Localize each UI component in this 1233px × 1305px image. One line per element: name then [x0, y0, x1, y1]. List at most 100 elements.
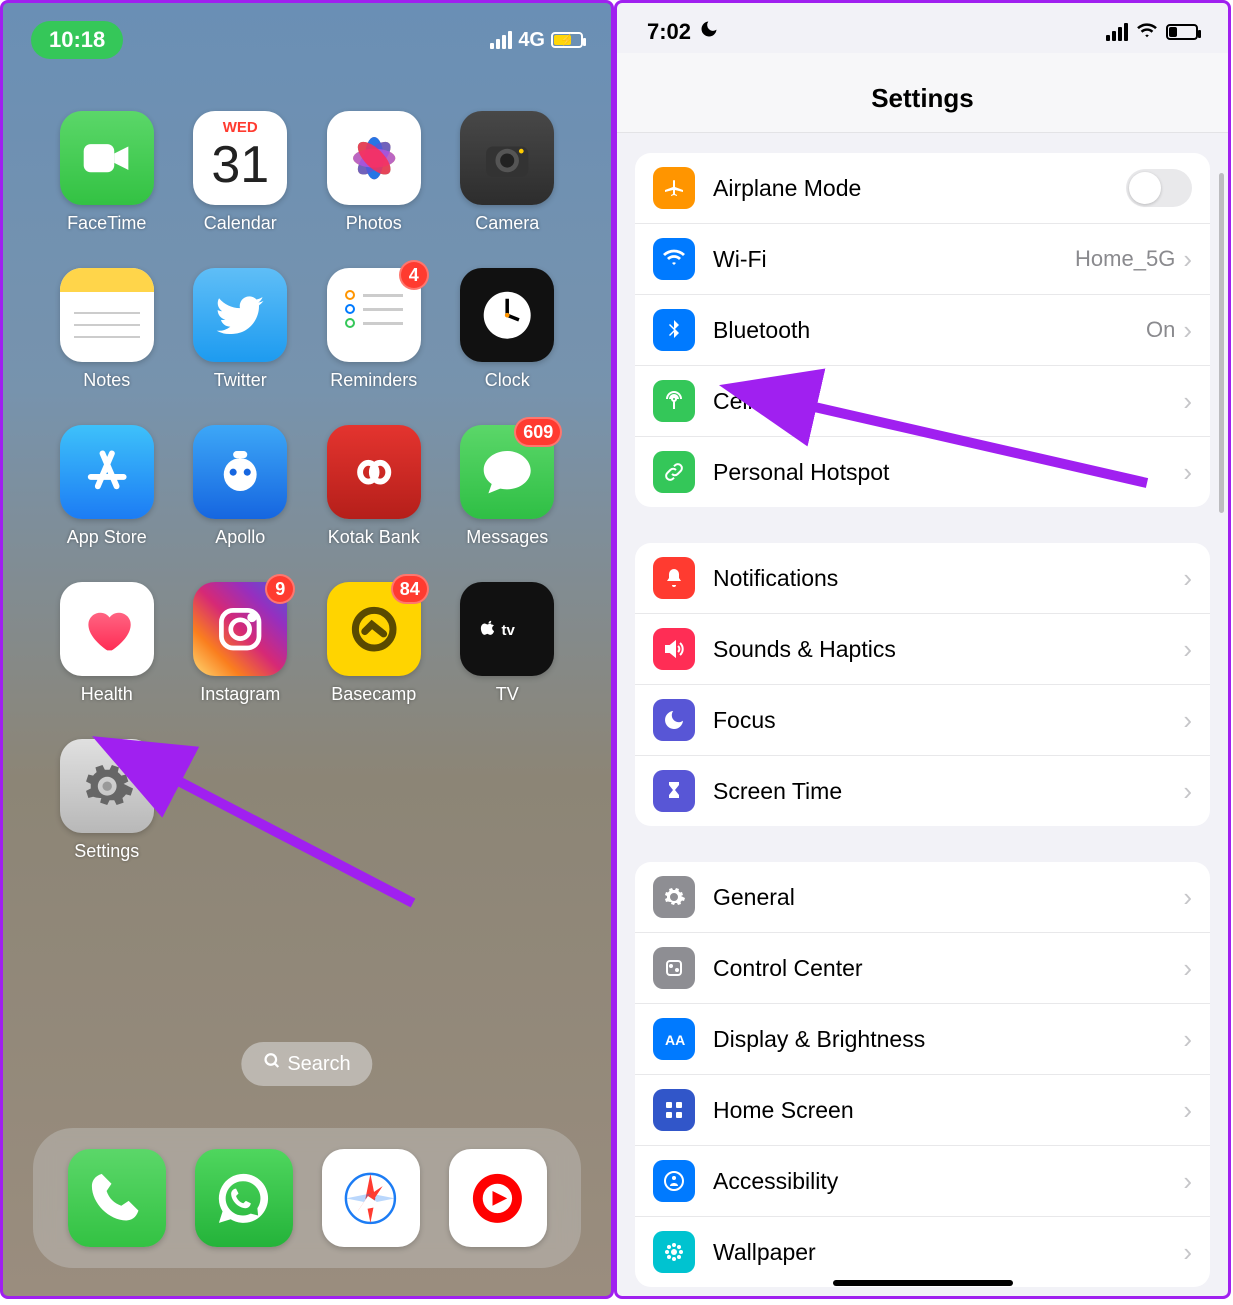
app-calendar[interactable]: WED31Calendar — [187, 111, 295, 234]
camera-icon — [460, 111, 554, 205]
flower2-icon — [653, 1231, 695, 1273]
app-label: Kotak Bank — [328, 527, 420, 548]
app-whatsapp[interactable] — [195, 1149, 293, 1247]
app-camera[interactable]: Camera — [454, 111, 562, 234]
row-cellular[interactable]: Cellular› — [635, 366, 1210, 437]
wifi-icon — [653, 238, 695, 280]
row-label: Control Center — [713, 955, 1183, 982]
robot-icon — [193, 425, 287, 519]
app-label: TV — [496, 684, 519, 705]
signal-icon — [490, 31, 512, 49]
app-kotak[interactable]: Kotak Bank — [320, 425, 428, 548]
whatsapp-icon — [195, 1149, 293, 1247]
chart-icon: 84 — [327, 582, 421, 676]
row-display[interactable]: AADisplay & Brightness› — [635, 1004, 1210, 1075]
clock-icon — [460, 268, 554, 362]
row-bluetooth[interactable]: BluetoothOn› — [635, 295, 1210, 366]
toggle[interactable] — [1126, 169, 1192, 207]
a-icon — [60, 425, 154, 519]
home-indicator[interactable] — [833, 1280, 1013, 1286]
row-sounds[interactable]: Sounds & Haptics› — [635, 614, 1210, 685]
settings-group: Airplane ModeWi-FiHome_5G›BluetoothOn›Ce… — [635, 153, 1210, 507]
row-label: Cellular — [713, 388, 1183, 415]
scroll-indicator[interactable] — [1219, 173, 1224, 513]
chevron-right-icon: › — [1183, 705, 1192, 736]
badge: 9 — [265, 574, 295, 604]
app-label: Clock — [485, 370, 530, 391]
chevron-right-icon: › — [1183, 634, 1192, 665]
row-notifications[interactable]: Notifications› — [635, 543, 1210, 614]
row-value: Home_5G — [1075, 246, 1175, 272]
chevron-right-icon: › — [1183, 882, 1192, 913]
settings-group: General›Control Center›AADisplay & Brigh… — [635, 862, 1210, 1287]
app-label: Health — [81, 684, 133, 705]
app-appstore[interactable]: App Store — [53, 425, 161, 548]
speaker-icon — [653, 628, 695, 670]
app-tv[interactable]: tvTV — [454, 582, 562, 705]
compass-icon — [322, 1149, 420, 1247]
chevron-right-icon: › — [1183, 244, 1192, 275]
chevron-right-icon: › — [1183, 457, 1192, 488]
chevron-right-icon: › — [1183, 953, 1192, 984]
page-title: Settings — [617, 53, 1228, 133]
search-button[interactable]: Search — [241, 1042, 372, 1086]
row-airplane[interactable]: Airplane Mode — [635, 153, 1210, 224]
row-accessibility[interactable]: Accessibility› — [635, 1146, 1210, 1217]
app-facetime[interactable]: FaceTime — [53, 111, 161, 234]
app-clock[interactable]: Clock — [454, 268, 562, 391]
svg-text:AA: AA — [665, 1032, 685, 1048]
app-label: Apollo — [215, 527, 265, 548]
app-twitter[interactable]: Twitter — [187, 268, 295, 391]
row-wallpaper[interactable]: Wallpaper› — [635, 1217, 1210, 1287]
app-basecamp[interactable]: 84 Basecamp — [320, 582, 428, 705]
row-controlcenter[interactable]: Control Center› — [635, 933, 1210, 1004]
chevron-right-icon: › — [1183, 776, 1192, 807]
status-bar: 7:02 — [617, 3, 1228, 53]
row-hotspot[interactable]: Personal Hotspot› — [635, 437, 1210, 507]
settings-group: Notifications›Sounds & Haptics›Focus›Scr… — [635, 543, 1210, 826]
gear-icon — [653, 876, 695, 918]
search-icon — [263, 1052, 281, 1076]
person-icon — [653, 1160, 695, 1202]
app-health[interactable]: Health — [53, 582, 161, 705]
plane-icon — [653, 167, 695, 209]
moon-icon — [653, 699, 695, 741]
app-apollo[interactable]: Apollo — [187, 425, 295, 548]
app-label: Camera — [475, 213, 539, 234]
row-homescreen[interactable]: Home Screen› — [635, 1075, 1210, 1146]
focus-moon-icon — [699, 19, 719, 45]
badge: 609 — [514, 417, 562, 447]
app-ytmusic[interactable] — [449, 1149, 547, 1247]
app-label: Messages — [466, 527, 548, 548]
link-icon — [653, 451, 695, 493]
row-wifi[interactable]: Wi-FiHome_5G › — [635, 224, 1210, 295]
instagram-icon: 9 — [193, 582, 287, 676]
row-label: Screen Time — [713, 778, 1183, 805]
app-settings[interactable]: Settings — [53, 739, 161, 862]
grid-icon — [653, 1089, 695, 1131]
notes-icon — [60, 268, 154, 362]
video-icon — [60, 111, 154, 205]
app-instagram[interactable]: 9Instagram — [187, 582, 295, 705]
home-screen: 10:18 4G ⚡ FaceTimeWED31CalendarPhotosCa… — [0, 0, 614, 1299]
chevron-right-icon: › — [1183, 1166, 1192, 1197]
app-messages[interactable]: 609Messages — [454, 425, 562, 548]
gear-icon — [60, 739, 154, 833]
row-label: Notifications — [713, 565, 1183, 592]
status-time-pill[interactable]: 10:18 — [31, 21, 123, 59]
app-label: Basecamp — [331, 684, 416, 705]
row-general[interactable]: General› — [635, 862, 1210, 933]
battery-icon: ⚡ — [551, 32, 583, 48]
row-label: Sounds & Haptics — [713, 636, 1183, 663]
row-label: Wi-Fi — [713, 246, 1075, 273]
row-screentime[interactable]: Screen Time› — [635, 756, 1210, 826]
row-focus[interactable]: Focus› — [635, 685, 1210, 756]
app-phone[interactable] — [68, 1149, 166, 1247]
app-reminders[interactable]: 4Reminders — [320, 268, 428, 391]
app-safari[interactable] — [322, 1149, 420, 1247]
app-photos[interactable]: Photos — [320, 111, 428, 234]
app-notes[interactable]: Notes — [53, 268, 161, 391]
row-label: Accessibility — [713, 1168, 1183, 1195]
dock — [33, 1128, 581, 1268]
app-label: Twitter — [214, 370, 267, 391]
